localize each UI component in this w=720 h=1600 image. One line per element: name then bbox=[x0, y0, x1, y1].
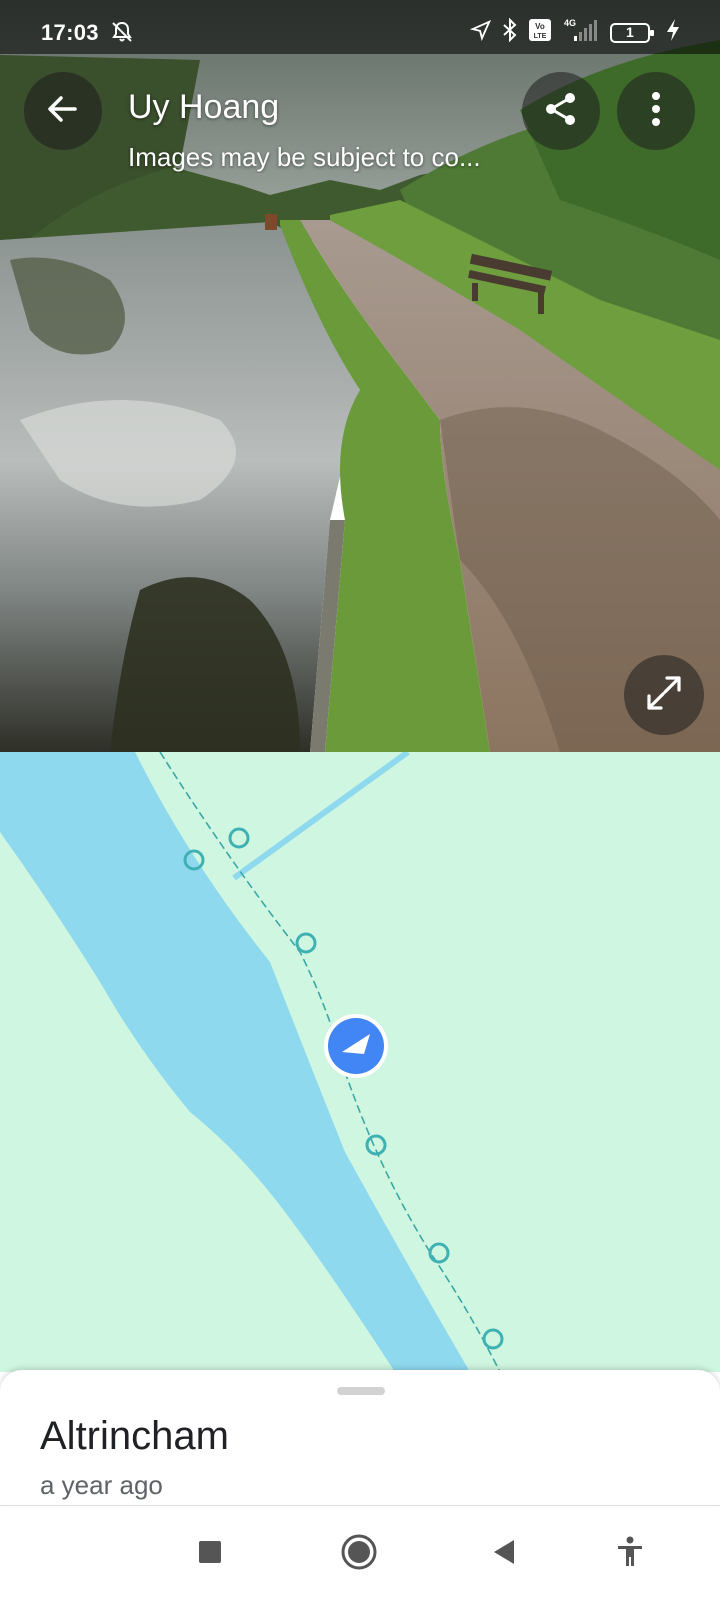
battery-icon: 1 bbox=[610, 22, 656, 44]
volte-icon: Vo LTE bbox=[528, 18, 552, 47]
expand-button[interactable] bbox=[624, 655, 704, 735]
share-icon bbox=[542, 90, 580, 133]
location-arrow-icon bbox=[469, 19, 492, 46]
current-location-marker[interactable] bbox=[324, 1014, 388, 1078]
system-back-button[interactable] bbox=[481, 1531, 527, 1577]
signal-icon: 4G bbox=[562, 18, 600, 47]
map-view[interactable] bbox=[0, 752, 720, 1372]
home-circle-icon bbox=[339, 1532, 379, 1577]
home-button[interactable] bbox=[336, 1531, 382, 1577]
accessibility-icon bbox=[616, 1536, 644, 1573]
status-icons: Vo LTE 4G 1 bbox=[469, 17, 680, 47]
more-options-button[interactable] bbox=[617, 72, 695, 150]
back-arrow-icon bbox=[45, 91, 81, 132]
map-canvas bbox=[0, 752, 504, 1372]
more-vert-icon bbox=[650, 91, 662, 132]
photo-point[interactable] bbox=[228, 827, 250, 849]
street-view-photo[interactable]: 17:03 Vo LTE 4G 1 Uy Hoang Images may be… bbox=[0, 0, 720, 752]
photo-point[interactable] bbox=[428, 1242, 450, 1264]
photo-point[interactable] bbox=[482, 1328, 504, 1350]
battery-level: 1 bbox=[626, 23, 634, 40]
copyright-note: Images may be subject to co... bbox=[128, 142, 481, 172]
svg-text:4G: 4G bbox=[564, 18, 576, 28]
contributor-name[interactable]: Uy Hoang bbox=[128, 88, 279, 127]
canal-towpath-scene bbox=[0, 0, 720, 752]
back-button[interactable] bbox=[24, 72, 102, 150]
expand-icon bbox=[645, 674, 683, 717]
share-button[interactable] bbox=[522, 72, 600, 150]
place-date: a year ago bbox=[40, 1470, 163, 1500]
recents-square-icon bbox=[197, 1539, 223, 1570]
system-navigation-bar bbox=[0, 1505, 720, 1600]
photo-point[interactable] bbox=[295, 932, 317, 954]
accessibility-button[interactable] bbox=[607, 1531, 653, 1577]
water-branch bbox=[232, 752, 410, 881]
charging-icon bbox=[666, 18, 680, 47]
status-bar: 17:03 Vo LTE 4G 1 bbox=[0, 0, 720, 54]
drag-handle[interactable] bbox=[337, 1387, 385, 1395]
svg-text:Vo: Vo bbox=[535, 22, 545, 31]
bluetooth-icon bbox=[502, 17, 518, 47]
status-time: 17:03 bbox=[41, 20, 99, 45]
svg-text:LTE: LTE bbox=[534, 33, 547, 40]
place-bottom-sheet[interactable]: Altrincham a year ago bbox=[0, 1370, 720, 1505]
recents-button[interactable] bbox=[187, 1531, 233, 1577]
back-triangle-icon bbox=[490, 1537, 518, 1572]
place-title: Altrincham bbox=[40, 1414, 229, 1458]
notifications-off-icon bbox=[110, 20, 134, 49]
